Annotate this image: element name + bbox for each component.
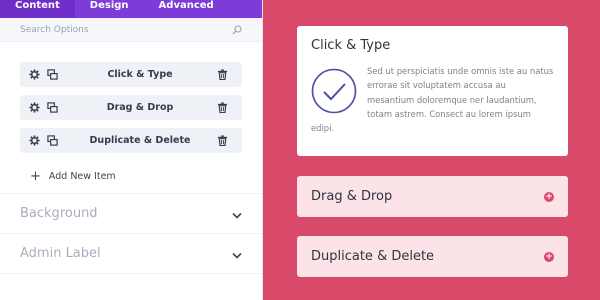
- gear-icon[interactable]: [28, 135, 40, 147]
- plus-circle-icon[interactable]: +: [544, 191, 554, 202]
- trash-icon[interactable]: [216, 135, 228, 147]
- search-icon[interactable]: [232, 20, 242, 39]
- gear-icon[interactable]: [28, 102, 40, 114]
- toggle-title: Duplicate & Delete: [311, 249, 435, 264]
- toggle-text: Sed ut perspiciatis unde omnis iste au n…: [367, 66, 554, 120]
- toggle-closed[interactable]: Duplicate & Delete +: [297, 236, 568, 277]
- section-admin-label[interactable]: Admin Label: [0, 234, 262, 274]
- list-item[interactable]: Drag & Drop: [20, 95, 242, 120]
- trash-icon[interactable]: [216, 69, 228, 81]
- tab-design[interactable]: Design: [75, 0, 144, 18]
- item-label: Duplicate & Delete: [89, 135, 191, 146]
- settings-panel: Content Design Advanced Click & Type Dra…: [0, 0, 263, 300]
- list-item[interactable]: Duplicate & Delete: [20, 128, 242, 153]
- plus-circle-icon[interactable]: +: [544, 251, 554, 262]
- chevron-down-icon[interactable]: [232, 244, 242, 263]
- search-bar: [0, 18, 262, 42]
- check-circle-icon: [311, 68, 357, 114]
- toggle-text-tail: edipi.: [311, 122, 335, 133]
- section-label: Admin Label: [20, 246, 101, 261]
- gear-icon[interactable]: [28, 69, 40, 81]
- chevron-down-icon[interactable]: [232, 204, 242, 223]
- toggle-open[interactable]: Click & Type Sed ut perspiciatis unde om…: [297, 26, 568, 156]
- duplicate-icon[interactable]: [46, 69, 58, 81]
- search-input[interactable]: [20, 24, 200, 35]
- tab-advanced[interactable]: Advanced: [144, 0, 229, 18]
- section-label: Background: [20, 206, 98, 221]
- plus-icon: +: [30, 169, 41, 184]
- item-list: Click & Type Drag & Drop Duplicate & Del…: [0, 42, 262, 185]
- toggle-closed[interactable]: Drag & Drop +: [297, 176, 568, 217]
- toggle-title: Drag & Drop: [311, 189, 393, 204]
- duplicate-icon[interactable]: [46, 102, 58, 114]
- tab-content[interactable]: Content: [0, 0, 75, 18]
- section-background[interactable]: Background: [0, 194, 262, 234]
- add-new-item-label: Add New Item: [48, 171, 116, 182]
- trash-icon[interactable]: [216, 102, 228, 114]
- preview-area: Click & Type Sed ut perspiciatis unde om…: [263, 0, 600, 300]
- tab-bar: Content Design Advanced: [0, 0, 262, 18]
- item-label: Click & Type: [107, 69, 173, 80]
- add-new-item-button[interactable]: + Add New Item: [20, 161, 242, 185]
- list-item[interactable]: Click & Type: [20, 62, 242, 87]
- duplicate-icon[interactable]: [46, 135, 58, 147]
- item-label: Drag & Drop: [106, 102, 174, 113]
- toggle-title: Click & Type: [311, 38, 391, 53]
- toggle-body: Sed ut perspiciatis unde omnis iste au n…: [311, 64, 554, 122]
